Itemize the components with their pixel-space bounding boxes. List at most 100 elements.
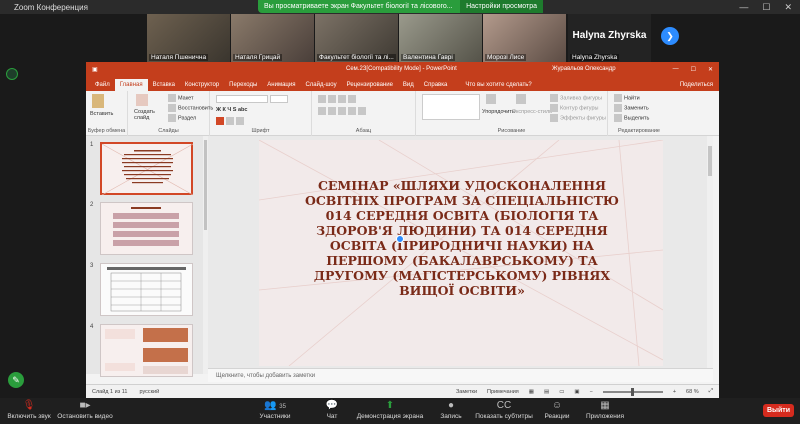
close-icon[interactable]: ✕ [784,2,792,13]
align-icons[interactable] [318,107,368,115]
save-icon[interactable]: ▣ [92,66,98,73]
paste-icon[interactable] [92,94,106,108]
tab-animations[interactable]: Анимация [262,82,300,91]
subtitles-button[interactable]: CC Показать субтитры [473,400,535,420]
font-name-box[interactable] [216,95,268,103]
slideshow-icon[interactable]: ▣ [574,389,579,395]
comments-toggle[interactable]: Примечания [487,389,519,395]
arrange-icon[interactable] [486,94,498,104]
normal-view-icon[interactable]: ▦ [529,389,534,395]
font-format-buttons[interactable]: Ж К Ч S abc [216,107,247,113]
slide-title-text[interactable]: СЕМІНАР «ШЛЯХИ УДОСКОНАЛЕННЯ ОСВІТНІХ ПР… [299,178,625,298]
section-button[interactable]: Раздел [168,114,196,122]
tab-view[interactable]: Вид [398,82,419,91]
record-icon: ● [447,400,455,411]
slide-thumbnail-3[interactable] [100,263,193,316]
fit-slide-icon[interactable]: ⤢ [709,388,713,395]
tab-design[interactable]: Конструктор [180,82,224,91]
share-screen-button[interactable]: ⬆ Демонстрация экрана [355,400,425,420]
select-button[interactable]: Выделить [614,114,649,122]
shape-fill-button[interactable]: Заливка фигуры [550,94,602,102]
list-icons[interactable] [318,95,358,103]
participant-tile[interactable]: Морозі Лисе [483,14,566,62]
slide-thumbnail-1[interactable] [100,142,194,196]
maximize-icon[interactable]: ☐ [762,2,770,13]
font-size-box[interactable] [270,95,288,103]
arrange-button[interactable]: Упорядочить [482,109,515,115]
participant-tile[interactable]: Наталя Пшенична [147,14,230,62]
tab-home[interactable]: Главная [114,79,148,91]
reset-button[interactable]: Восстановить [168,104,213,112]
shape-outline-button[interactable]: Контур фигуры [550,104,598,112]
apps-button[interactable]: ▦ Приложения [580,400,630,420]
editor-scrollbar[interactable] [707,136,713,368]
paste-button[interactable]: Вставить [90,111,113,117]
reading-view-icon[interactable]: ▭ [559,389,564,395]
share-screen-icon: ⬆ [385,400,395,411]
slide-number: 3 [90,263,94,269]
maximize-icon[interactable]: ☐ [691,66,696,73]
remote-pointer-icon [396,235,404,243]
find-button[interactable]: Найти [614,94,640,102]
group-slides: Создать слайд Макет Восстановить Раздел … [128,91,213,136]
participants-icon: 👥 [264,400,277,411]
minimize-icon[interactable]: — [673,66,679,73]
quick-styles-button[interactable]: Экспресс-стили [512,109,552,115]
shape-effects-button[interactable]: Эффекты фигуры [550,114,606,122]
font-color-icon[interactable] [216,117,246,125]
tab-slideshow[interactable]: Слайд-шоу [300,82,341,91]
tell-me-search[interactable]: Что вы хотите сделать? [460,82,536,91]
slide-thumb-diagram [105,328,188,374]
stop-video-button[interactable]: ■▸ Остановить видео [56,400,114,420]
new-slide-button[interactable]: Создать слайд [134,109,162,121]
language-indicator[interactable]: русский [139,389,159,395]
zoom-out-icon[interactable]: − [590,389,593,395]
record-button[interactable]: ● Запись [436,400,466,420]
microphone-muted-icon: 🎙 [22,400,36,411]
slide-thumbnail-2[interactable] [100,202,193,255]
drawing-label: Рисование [497,128,526,134]
apps-grid-icon: ▦ [600,400,610,411]
tab-review[interactable]: Рецензирование [342,82,398,91]
view-options-button[interactable]: Настройки просмотра [460,0,543,13]
unmute-button[interactable]: 🎙 Включить звук [6,400,52,420]
quick-styles-icon[interactable] [516,94,528,104]
minimize-icon[interactable]: — [739,2,748,13]
zoom-level[interactable]: 68 % [686,389,699,395]
layout-button[interactable]: Макет [168,94,194,102]
participant-tile[interactable]: Факультет біології та лі... [315,14,398,62]
current-slide[interactable]: СЕМІНАР «ШЛЯХИ УДОСКОНАЛЕННЯ ОСВІТНІХ ПР… [259,140,663,366]
new-slide-icon[interactable] [136,94,150,106]
annotate-pen-icon[interactable]: ✎ [8,372,24,388]
leave-button[interactable]: Выйти [763,404,794,417]
slide-sorter-icon[interactable]: ▤ [544,389,549,395]
tab-insert[interactable]: Вставка [148,82,180,91]
participant-tile[interactable]: Наталя Грицай [231,14,314,62]
participant-name: Валентина Гаврі [401,54,455,61]
participant-tile[interactable]: Halyna Zhyrska Halyna Zhyrska [568,14,651,62]
chat-button[interactable]: 💬 Чат [318,400,346,420]
status-bar: Слайд 1 из 11 русский Заметки Примечания… [86,384,719,398]
next-participants-button[interactable]: ❯ [661,27,679,45]
window-title: Zoom Конференция [14,2,88,12]
tab-file[interactable]: Файл [90,82,115,91]
zoom-slider[interactable] [602,387,663,396]
tab-transitions[interactable]: Переходы [224,82,262,91]
close-icon[interactable]: ✕ [708,66,713,73]
share-button[interactable]: Поделиться [674,82,719,91]
slide-thumb-content [113,207,179,246]
reactions-button[interactable]: ☺ Реакции [541,400,573,420]
ribbon-tabs: Файл Главная Вставка Конструктор Переход… [86,76,719,91]
notes-toggle[interactable]: Заметки [456,389,477,395]
participants-button[interactable]: 👥 35 Участники [255,400,295,420]
user-name[interactable]: Журавльов Олександр [552,66,616,72]
replace-button[interactable]: Заменить [614,104,649,112]
slide-thumbnail-4[interactable] [100,324,193,377]
tab-help[interactable]: Справка [419,82,453,91]
zoom-in-icon[interactable]: + [673,389,676,395]
screen-share-banner: Вы просматриваете экран Факультет біолог… [258,0,543,13]
participant-tile[interactable]: Валентина Гаврі [399,14,482,62]
shapes-gallery[interactable] [422,94,480,120]
clipboard-label: Буфер обмена [87,128,126,134]
notes-pane[interactable]: Щелкните, чтобы добавить заметки [208,368,713,382]
